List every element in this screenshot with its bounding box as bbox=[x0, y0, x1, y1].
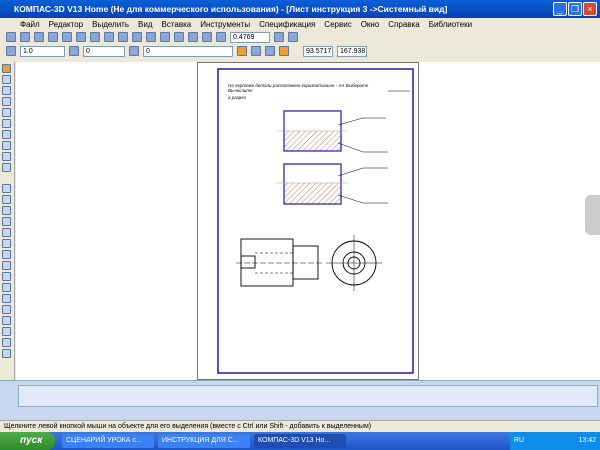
polyline-icon[interactable] bbox=[2, 261, 11, 270]
polygon-icon[interactable] bbox=[2, 283, 11, 292]
minimize-button[interactable]: _ bbox=[553, 2, 567, 16]
manager-icon[interactable] bbox=[146, 32, 156, 42]
edit-icon[interactable] bbox=[2, 97, 11, 106]
save-icon[interactable] bbox=[34, 32, 44, 42]
circle-icon[interactable] bbox=[2, 217, 11, 226]
taskbar: пуск СЦЕНАРИЙ УРОКА с... ИНСТРУКЦИЯ ДЛЯ … bbox=[0, 432, 600, 450]
report-icon[interactable] bbox=[2, 152, 11, 161]
language-indicator[interactable]: RU bbox=[514, 437, 524, 445]
preview-icon[interactable] bbox=[62, 32, 72, 42]
zoom-input[interactable]: 0.4769 bbox=[230, 31, 270, 43]
sheet-frame bbox=[217, 68, 414, 374]
line-icon[interactable] bbox=[2, 195, 11, 204]
variables-icon[interactable] bbox=[160, 32, 170, 42]
menu-libraries[interactable]: Библиотеки bbox=[429, 20, 472, 29]
coord-y: 167.938 bbox=[337, 45, 367, 57]
menu-file[interactable]: Файл bbox=[20, 20, 40, 29]
zoom-frame-icon[interactable] bbox=[188, 32, 198, 42]
arc-icon[interactable] bbox=[2, 228, 11, 237]
point-icon[interactable] bbox=[2, 184, 11, 193]
standard-toolbar: 0.4769 bbox=[0, 30, 600, 44]
rectangle-icon[interactable] bbox=[2, 272, 11, 281]
menu-select[interactable]: Выделить bbox=[92, 20, 129, 29]
status-bar: Щелкните левой кнопкой мыши на объекте д… bbox=[0, 420, 600, 432]
window-title: КОМПАС-3D V13 Home (Не для коммерческого… bbox=[14, 4, 448, 14]
measure-icon[interactable] bbox=[2, 119, 11, 128]
contour-icon[interactable] bbox=[2, 327, 11, 336]
symbols-icon[interactable] bbox=[2, 86, 11, 95]
layer-icon bbox=[69, 46, 79, 56]
ellipse-icon[interactable] bbox=[2, 239, 11, 248]
side-panel-handle[interactable] bbox=[585, 195, 600, 235]
dimensions-icon[interactable] bbox=[2, 75, 11, 84]
print-icon[interactable] bbox=[48, 32, 58, 42]
insert-icon[interactable] bbox=[2, 163, 11, 172]
title-bar: КОМПАС-3D V13 Home (Не для коммерческого… bbox=[0, 0, 600, 18]
system-tray: RU 13:42 bbox=[510, 432, 600, 450]
section-2 bbox=[276, 163, 388, 205]
segment-icon[interactable] bbox=[2, 206, 11, 215]
undo-icon[interactable] bbox=[118, 32, 128, 42]
cut-icon[interactable] bbox=[76, 32, 86, 42]
pan-icon[interactable] bbox=[274, 32, 284, 42]
close-button[interactable]: × bbox=[583, 2, 597, 16]
menu-bar: Файл Редактор Выделить Вид Вставка Инстр… bbox=[0, 18, 600, 30]
property-panel bbox=[0, 380, 600, 420]
menu-edit[interactable]: Редактор bbox=[49, 20, 83, 29]
menu-window[interactable]: Окно bbox=[361, 20, 380, 29]
menu-help[interactable]: Справка bbox=[388, 20, 419, 29]
clock: 13:42 bbox=[578, 437, 596, 444]
spline-icon[interactable] bbox=[2, 250, 11, 259]
select-icon[interactable] bbox=[2, 130, 11, 139]
hatch-icon[interactable] bbox=[2, 294, 11, 303]
help-icon[interactable] bbox=[174, 32, 184, 42]
compact-toolbar bbox=[0, 62, 15, 400]
new-icon[interactable] bbox=[6, 32, 16, 42]
layer-select[interactable]: 0 bbox=[83, 45, 125, 57]
task-instruction[interactable]: ИНСТРУКЦИЯ ДЛЯ С... bbox=[158, 434, 250, 448]
line-width-select[interactable]: 1.0 bbox=[20, 45, 65, 57]
axis-icon[interactable] bbox=[2, 349, 11, 358]
offset-icon[interactable] bbox=[2, 338, 11, 347]
menu-spec[interactable]: Спецификация bbox=[259, 20, 315, 29]
start-button[interactable]: пуск bbox=[0, 432, 55, 450]
paste-icon[interactable] bbox=[104, 32, 114, 42]
menu-insert[interactable]: Вставка bbox=[162, 20, 192, 29]
menu-tools[interactable]: Инструменты bbox=[200, 20, 250, 29]
properties-toolbar: 1.0 0 0 93.5717 167.938 bbox=[0, 44, 600, 58]
spec-icon[interactable] bbox=[2, 141, 11, 150]
ortho-icon[interactable] bbox=[265, 46, 275, 56]
open-icon[interactable] bbox=[20, 32, 30, 42]
snap-icon[interactable] bbox=[237, 46, 247, 56]
geometry-icon[interactable] bbox=[2, 64, 11, 73]
chamfer-icon[interactable] bbox=[2, 316, 11, 325]
menu-service[interactable]: Сервис bbox=[324, 20, 351, 29]
drawing-sheet[interactable]: На чертеже детали расположено горизонтал… bbox=[197, 62, 419, 380]
zoom-out-icon[interactable] bbox=[216, 32, 226, 42]
part-side-view bbox=[326, 235, 382, 291]
line-width-icon bbox=[6, 46, 16, 56]
redo-icon[interactable] bbox=[132, 32, 142, 42]
section-1 bbox=[276, 110, 388, 153]
task-kompas[interactable]: КОМПАС-3D V13 Ho... bbox=[254, 434, 346, 448]
coord-x: 93.5717 bbox=[303, 45, 333, 57]
grid-icon[interactable] bbox=[251, 46, 261, 56]
style-icon bbox=[129, 46, 139, 56]
refresh-icon[interactable] bbox=[288, 32, 298, 42]
copy-icon[interactable] bbox=[90, 32, 100, 42]
fillet-icon[interactable] bbox=[2, 305, 11, 314]
menu-view[interactable]: Вид bbox=[138, 20, 152, 29]
local-cs-icon[interactable] bbox=[279, 46, 289, 56]
task-scenario[interactable]: СЦЕНАРИЙ УРОКА с... bbox=[62, 434, 154, 448]
part-front-view bbox=[236, 238, 324, 287]
drawing-graphics bbox=[217, 68, 414, 374]
param-icon[interactable] bbox=[2, 108, 11, 117]
maximize-button[interactable]: ❐ bbox=[568, 2, 582, 16]
zoom-in-icon[interactable] bbox=[202, 32, 212, 42]
style-select[interactable]: 0 bbox=[143, 45, 233, 57]
